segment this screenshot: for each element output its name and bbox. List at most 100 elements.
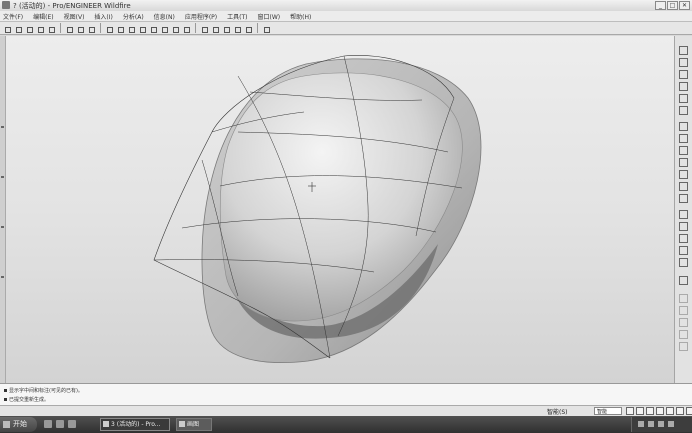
paint-app-icon bbox=[179, 421, 185, 427]
window-controls: _ □ ✕ bbox=[655, 1, 690, 10]
new-icon[interactable] bbox=[2, 24, 11, 33]
draft-icon[interactable] bbox=[679, 222, 688, 231]
toolbar-separator bbox=[195, 23, 196, 33]
extrude-icon[interactable] bbox=[679, 122, 688, 131]
status-icons bbox=[626, 407, 692, 415]
orient-icon[interactable] bbox=[159, 24, 168, 33]
copy-icon[interactable] bbox=[75, 24, 84, 33]
zoom-in-icon[interactable] bbox=[126, 24, 135, 33]
tray-network-icon[interactable] bbox=[638, 421, 644, 427]
os-taskbar: 开始 3 (活动的) - Pro... 画图 bbox=[0, 416, 692, 433]
quicklaunch-ie-icon[interactable] bbox=[44, 420, 52, 428]
hole-icon[interactable] bbox=[679, 182, 688, 191]
pattern-icon[interactable] bbox=[679, 258, 688, 267]
window-title: ? (活动的) - Pro/ENGINEER Wildfire bbox=[13, 2, 131, 10]
status-bar: 智能(S) 智能 bbox=[0, 405, 692, 416]
open-icon[interactable] bbox=[13, 24, 22, 33]
message-bullet-icon bbox=[4, 398, 7, 401]
datum-point-icon[interactable] bbox=[679, 82, 688, 91]
round-icon[interactable] bbox=[679, 234, 688, 243]
zoom-out-icon[interactable] bbox=[137, 24, 146, 33]
shell-icon[interactable] bbox=[679, 194, 688, 203]
solidify-icon[interactable] bbox=[679, 342, 688, 351]
menu-applications[interactable]: 应用程序(P) bbox=[185, 12, 217, 21]
close-button[interactable]: ✕ bbox=[679, 1, 690, 10]
task-proe[interactable]: 3 (活动的) - Pro... bbox=[100, 418, 170, 431]
coord-sys-icon[interactable] bbox=[679, 94, 688, 103]
ruler-tick bbox=[1, 126, 4, 128]
offset-icon[interactable] bbox=[679, 318, 688, 327]
menu-analysis[interactable]: 分析(A) bbox=[123, 12, 144, 21]
ruler-tick bbox=[1, 276, 4, 278]
menu-insert[interactable]: 插入(I) bbox=[94, 12, 112, 21]
toolbar-separator bbox=[60, 23, 61, 33]
email-icon[interactable] bbox=[46, 24, 55, 33]
menu-tools[interactable]: 工具(T) bbox=[227, 12, 247, 21]
layers-icon[interactable] bbox=[181, 24, 190, 33]
ruler-tick bbox=[1, 176, 4, 178]
tray-volume-icon[interactable] bbox=[648, 421, 654, 427]
revolve-icon[interactable] bbox=[679, 134, 688, 143]
datum-axes-icon[interactable] bbox=[210, 24, 219, 33]
context-help-icon[interactable] bbox=[261, 24, 270, 33]
status-select-icon[interactable] bbox=[636, 407, 644, 415]
maximize-button[interactable]: □ bbox=[667, 1, 678, 10]
main-toolbar bbox=[0, 22, 692, 35]
start-label: 开始 bbox=[13, 420, 27, 428]
saved-views-icon[interactable] bbox=[170, 24, 179, 33]
repaint-icon[interactable] bbox=[115, 24, 124, 33]
spin-center-icon[interactable] bbox=[243, 24, 252, 33]
status-display-icon[interactable] bbox=[626, 407, 634, 415]
menu-view[interactable]: 视图(V) bbox=[64, 12, 85, 21]
task-paint[interactable]: 画图 bbox=[176, 418, 212, 431]
minimize-button[interactable]: _ bbox=[655, 1, 666, 10]
chamfer-icon[interactable] bbox=[679, 246, 688, 255]
status-info-icon[interactable] bbox=[666, 407, 674, 415]
menu-window[interactable]: 窗口(W) bbox=[258, 12, 281, 21]
message-line: 显示字中间和标注(可见的已有)。 bbox=[4, 387, 83, 394]
graphics-viewport[interactable] bbox=[6, 36, 674, 383]
paste-icon[interactable] bbox=[86, 24, 95, 33]
menu-help[interactable]: 帮助(H) bbox=[290, 12, 311, 21]
model-canvas bbox=[153, 55, 482, 364]
datum-axis-icon[interactable] bbox=[679, 58, 688, 67]
app-icon bbox=[2, 1, 10, 9]
quicklaunch-media-icon[interactable] bbox=[68, 420, 76, 428]
regenerate-icon[interactable] bbox=[104, 24, 113, 33]
mirror-icon[interactable] bbox=[679, 276, 688, 285]
quicklaunch-desktop-icon[interactable] bbox=[56, 420, 64, 428]
style-icon[interactable] bbox=[679, 170, 688, 179]
refit-icon[interactable] bbox=[148, 24, 157, 33]
tray-input-icon[interactable] bbox=[658, 421, 664, 427]
print-icon[interactable] bbox=[35, 24, 44, 33]
toolbar-separator bbox=[100, 23, 101, 33]
save-icon[interactable] bbox=[24, 24, 33, 33]
menu-file[interactable]: 文件(F) bbox=[3, 12, 23, 21]
menu-edit[interactable]: 编辑(E) bbox=[33, 12, 53, 21]
datum-curve-icon[interactable] bbox=[679, 70, 688, 79]
status-layer-icon[interactable] bbox=[646, 407, 654, 415]
message-line: 已提交重新生成。 bbox=[4, 396, 49, 403]
menu-info[interactable]: 信息(N) bbox=[154, 12, 175, 21]
feature-toolbar bbox=[674, 36, 692, 383]
coord-sys-icon[interactable] bbox=[232, 24, 241, 33]
cut-icon[interactable] bbox=[64, 24, 73, 33]
tray-security-icon[interactable] bbox=[668, 421, 674, 427]
start-button[interactable]: 开始 bbox=[0, 417, 37, 432]
datum-planes-icon[interactable] bbox=[199, 24, 208, 33]
selection-filter-select[interactable]: 智能 bbox=[594, 407, 622, 415]
blend-icon[interactable] bbox=[679, 158, 688, 167]
trim-icon[interactable] bbox=[679, 306, 688, 315]
datum-plane-icon[interactable] bbox=[679, 46, 688, 55]
status-settings-icon[interactable] bbox=[686, 407, 692, 415]
variable-sweep-icon[interactable] bbox=[679, 146, 688, 155]
status-zoom-icon[interactable] bbox=[676, 407, 684, 415]
status-model-icon[interactable] bbox=[656, 407, 664, 415]
datum-points-icon[interactable] bbox=[221, 24, 230, 33]
rib-icon[interactable] bbox=[679, 210, 688, 219]
merge-icon[interactable] bbox=[679, 294, 688, 303]
thicken-icon[interactable] bbox=[679, 330, 688, 339]
menu-bar: 文件(F) 编辑(E) 视图(V) 插入(I) 分析(A) 信息(N) 应用程序… bbox=[0, 11, 692, 22]
message-text: 显示字中间和标注(可见的已有)。 bbox=[9, 388, 83, 394]
sketch-icon[interactable] bbox=[679, 106, 688, 115]
